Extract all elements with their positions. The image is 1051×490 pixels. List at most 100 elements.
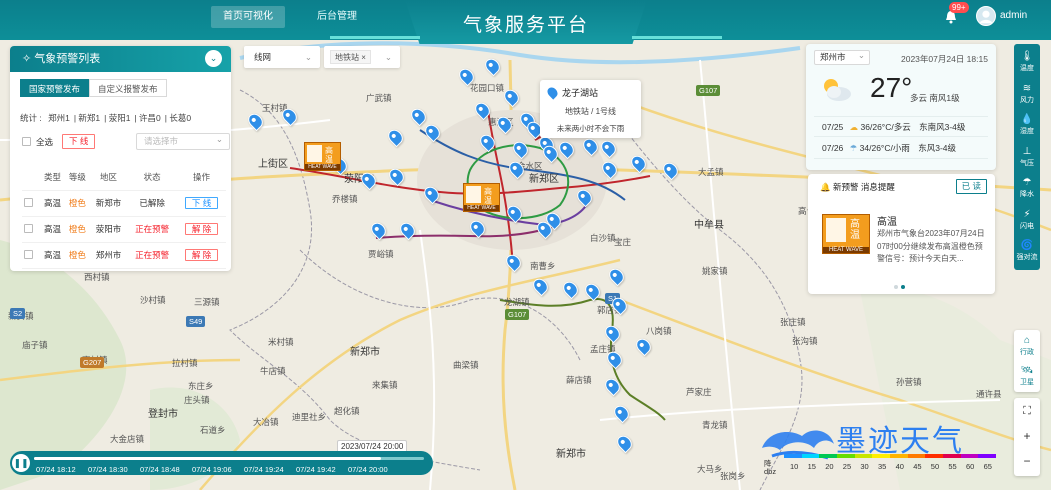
table-row: 高温 橙色 郑州市 正在预警 解 除 (22, 242, 226, 269)
thermometer-icon: 🌡 (1020, 51, 1034, 62)
select-all-checkbox[interactable] (22, 137, 31, 146)
toolbar-label: 降水 (1020, 191, 1034, 198)
toolbar-label: 气压 (1020, 159, 1034, 167)
legend-value: 40 (895, 462, 904, 471)
bell-icon: 🔔 (820, 182, 831, 192)
heat-icon-sub: HEAT WAVE (305, 164, 340, 170)
carousel-dot[interactable] (901, 285, 905, 289)
admin-region-icon: ⌂ (1023, 335, 1031, 346)
station-forecast: 未来两小时不会下雨 (556, 124, 625, 133)
carousel-dot[interactable] (894, 285, 898, 289)
bulk-actions: 全选 下 线 (22, 134, 96, 149)
station-tag-label: 地铁站 (335, 53, 359, 62)
humidity-icon: 💧 (1020, 114, 1034, 125)
username[interactable]: admin (1000, 10, 1027, 21)
line-network-value: 线网 (254, 52, 272, 62)
toolbar-item-thermometer[interactable]: 🌡 温度 (1014, 47, 1040, 75)
toolbar-item-rain[interactable]: ☂ 降水 (1014, 173, 1040, 201)
city-select[interactable]: 请选择市 (136, 132, 230, 150)
bulk-offline-button[interactable]: 下 线 (62, 134, 96, 149)
timeline-tick-label: 07/24 19:06 (192, 465, 232, 474)
timeline-tick-label: 07/24 20:00 (348, 465, 388, 474)
legend-color-swatch (890, 454, 908, 458)
mark-read-button[interactable]: 已 读 (955, 179, 987, 194)
toolbar-label: 温度 (1020, 65, 1034, 72)
map-place-label: 张庄镇 (780, 317, 806, 327)
stat-item: 新郑1 (78, 113, 101, 123)
cell-type: 高温 (40, 216, 65, 243)
forecast-date: 07/25 (822, 122, 844, 132)
row-checkbox[interactable] (24, 249, 33, 259)
chevron-down-icon: ⌄ (384, 52, 392, 62)
map-place-label: 龙湖镇 (504, 297, 530, 307)
map-place-label: 迪里社乡 (292, 412, 327, 422)
light-rain-icon: ☂ (849, 143, 858, 153)
map-place-label: 南曹乡 (530, 261, 556, 271)
table-header: 类型 等级 地区 状态 操作 (22, 164, 226, 191)
stat-item: 郑州1 (48, 113, 70, 123)
map-place-label: 三源镇 (194, 297, 220, 307)
map-place-label: 沙村镇 (140, 295, 166, 305)
toolbar-label: 风力 (1020, 96, 1034, 104)
tab-custom-alarm[interactable]: 自定义报警发布 (89, 79, 167, 97)
toolbar-item-admin-region[interactable]: ⌂ 行政 (1014, 331, 1040, 361)
row-dismiss-button[interactable]: 解 除 (184, 248, 219, 261)
collapse-chevron-icon[interactable]: ⌄ (205, 50, 222, 67)
heat-warning-map-icon[interactable]: 高温 HEAT WAVE (304, 142, 341, 171)
map-place-label: 八岗镇 (646, 326, 672, 336)
cell-type: 高温 (40, 190, 65, 217)
toolbar-item-satellite[interactable]: 🛰 卫星 (1014, 361, 1040, 391)
legend-value: 30 (860, 462, 869, 471)
current-temperature: 27° (870, 72, 913, 103)
map-place-label: 大金店镇 (110, 434, 145, 444)
row-checkbox[interactable] (24, 197, 33, 207)
toolbar-item-pressure[interactable]: ⊥ 气压 (1014, 142, 1040, 170)
heat-icon-quadrant (307, 145, 322, 162)
station-type-select[interactable]: 地铁站 × ⌄ (324, 46, 400, 68)
forecast-row: 07/25 ☁ 36/26°C/多云 东南风3-4级 (814, 116, 988, 137)
legend-unit-label: dbz (764, 467, 777, 476)
line-network-select[interactable]: 线网 ⌄ (244, 46, 320, 68)
station-popup: 龙子湖站 地铁站 / 1号线 未来两小时不会下雨 (540, 80, 641, 138)
row-offline-button[interactable]: 下 线 (184, 196, 219, 209)
map-place-label: 东庄乡 (188, 381, 214, 391)
timeline-tick-label: 07/24 18:30 (88, 465, 128, 474)
tab-national-warning[interactable]: 国家预警发布 (20, 79, 90, 97)
nav-admin-backend[interactable]: 后台管理 (305, 6, 369, 28)
toolbar-label: 湿度 (1020, 128, 1034, 135)
toolbar-item-wind[interactable]: ≋ 风力 (1014, 79, 1040, 107)
heat-warning-map-icon[interactable]: 高温 HEAT WAVE (463, 183, 500, 212)
timeline-track[interactable] (34, 457, 424, 460)
map-place-label: 张沟镇 (792, 336, 818, 346)
forecast-cond: /小雨 (890, 143, 910, 153)
legend-color-swatch (943, 454, 961, 458)
nav-home-visualization[interactable]: 首页可视化 (211, 6, 285, 28)
timeline-player: ❚❚ 07/24 18:12 07/24 18:30 07/24 18:48 07/2… (10, 451, 433, 475)
radar-legend: 降 dbz 10 15 20 25 30 35 40 45 50 55 60 65 (764, 452, 1006, 476)
cell-level: 橙色 (64, 216, 90, 243)
toolbar-item-lightning[interactable]: ⚡ 闪电 (1014, 205, 1040, 233)
panel-header: ✧ 气象预警列表 (10, 46, 231, 72)
map-place-label: 西村镇 (84, 272, 110, 282)
stats-label: 统计 : (20, 113, 42, 123)
map-place-label: 米村镇 (268, 337, 294, 347)
layer-toolbar: 🌡 温度 ≋ 风力 💧 湿度 ⊥ 气压 ☂ 降水 ⚡ 闪电 🌀 强对流 (1014, 44, 1040, 270)
legend-color-swatch (907, 454, 926, 458)
avatar[interactable] (976, 6, 996, 26)
legend-value: 50 (930, 462, 940, 471)
city-select[interactable]: 郑州市 (814, 49, 870, 65)
toolbar-item-typhoon[interactable]: 🌀 强对流 (1014, 236, 1040, 264)
wind-icon: ≋ (1022, 82, 1032, 94)
toolbar-label: 强对流 (1016, 254, 1038, 261)
legend-value: 10 (790, 462, 799, 471)
map-place-label: 白沙镇 (590, 233, 616, 243)
pause-icon[interactable]: ❚❚ (12, 454, 30, 472)
select-all-label: 全选 (36, 136, 54, 147)
legend-value: 45 (913, 462, 922, 471)
row-dismiss-button[interactable]: 解 除 (184, 222, 219, 235)
row-checkbox[interactable] (24, 223, 33, 233)
tag-close-icon[interactable]: × (361, 53, 366, 62)
toolbar-item-humidity[interactable]: 💧 湿度 (1014, 110, 1040, 138)
map-place-label: 上街区 (258, 159, 288, 170)
timeline-tick-label: 07/24 19:42 (296, 465, 336, 474)
